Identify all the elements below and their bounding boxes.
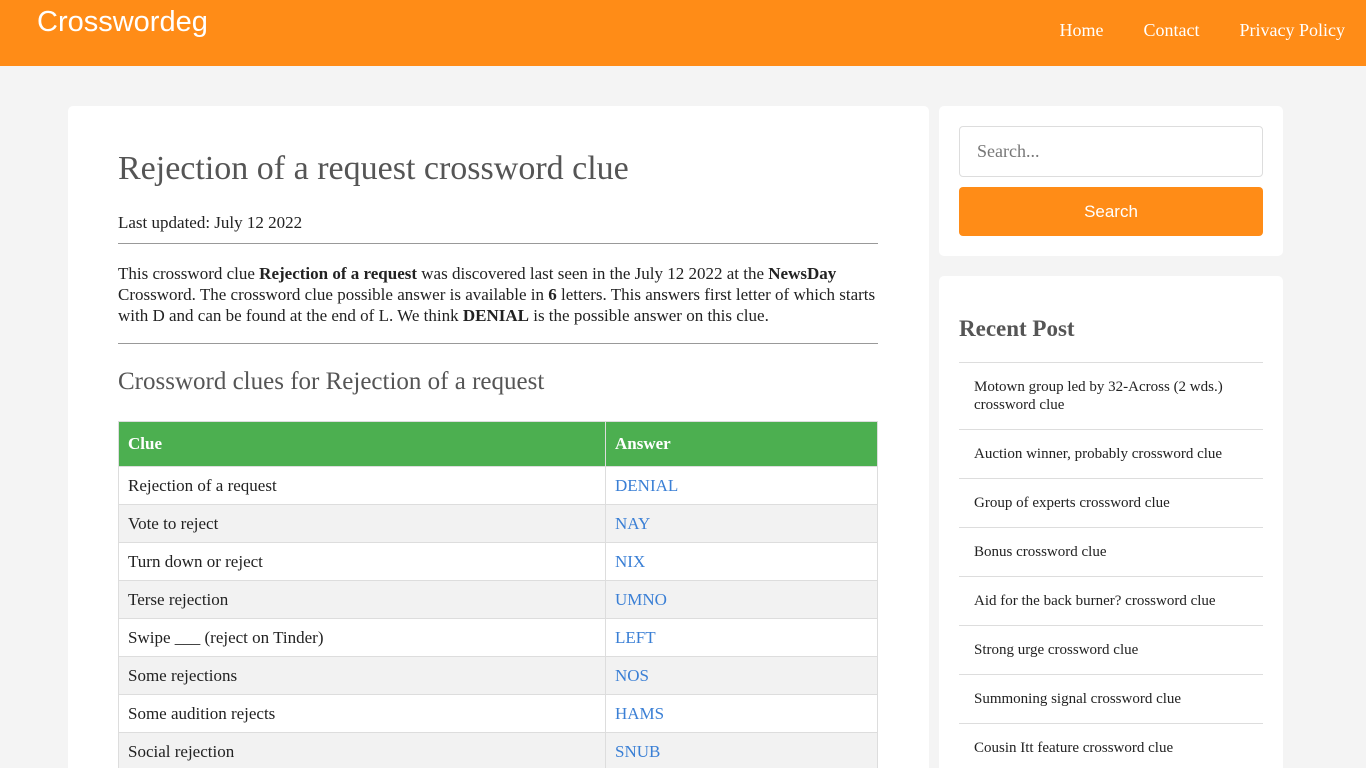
clue-cell: Social rejection [118, 732, 606, 768]
list-item: Auction winner, probably crossword clue [959, 430, 1263, 479]
header-answer: Answer [605, 421, 878, 467]
desc-answer: DENIAL [462, 306, 529, 325]
site-header: Crosswordeg Home Contact Privacy Policy [0, 0, 1366, 66]
recent-post-link[interactable]: Bonus crossword clue [974, 543, 1106, 561]
recent-post-link[interactable]: Motown group led by 32-Across (2 wds.) c… [974, 378, 1248, 414]
recent-post-link[interactable]: Auction winner, probably crossword clue [974, 445, 1222, 463]
recent-post-link[interactable]: Summoning signal crossword clue [974, 690, 1181, 708]
answer-cell: SNUB [605, 732, 878, 768]
table-header-row: Clue Answer [118, 421, 878, 467]
desc-text: This crossword clue [118, 264, 260, 283]
table-row: Swipe ___ (reject on Tinder) LEFT [118, 618, 878, 657]
clue-cell: Some audition rejects [118, 694, 606, 733]
clue-cell: Rejection of a request [118, 466, 606, 505]
divider [118, 343, 878, 344]
recent-posts-title: Recent Post [959, 316, 1075, 341]
list-item: Strong urge crossword clue [959, 626, 1263, 675]
answer-link[interactable]: LEFT [615, 628, 656, 647]
section-title: Crossword clues for Rejection of a reque… [118, 368, 545, 395]
recent-post-link[interactable]: Group of experts crossword clue [974, 494, 1170, 512]
list-item: Cousin Itt feature crossword clue [959, 724, 1263, 768]
table-row: Some rejections NOS [118, 656, 878, 695]
page-title: Rejection of a request crossword clue [118, 150, 629, 187]
article-card: Rejection of a request crossword clue La… [68, 106, 929, 768]
recent-post-link[interactable]: Cousin Itt feature crossword clue [974, 739, 1173, 757]
table-row: Vote to reject NAY [118, 504, 878, 543]
list-item: Group of experts crossword clue [959, 479, 1263, 528]
list-item: Aid for the back burner? crossword clue [959, 577, 1263, 626]
site-logo[interactable]: Crosswordeg [37, 6, 208, 39]
table-row: Turn down or reject NIX [118, 542, 878, 581]
desc-text: Crossword. The crossword clue possible a… [118, 285, 549, 304]
search-input[interactable] [959, 126, 1263, 177]
answer-link[interactable]: NOS [615, 666, 649, 685]
nav-contact[interactable]: Contact [1144, 20, 1200, 41]
main-nav: Home Contact Privacy Policy [1020, 20, 1346, 41]
table-row: Some audition rejects HAMS [118, 694, 878, 733]
desc-text: was discovered last seen in the July 12 … [417, 264, 769, 283]
clue-cell: Swipe ___ (reject on Tinder) [118, 618, 606, 657]
answer-link[interactable]: SNUB [615, 742, 660, 761]
desc-source: NewsDay [768, 264, 837, 283]
recent-posts-list: Motown group led by 32-Across (2 wds.) c… [959, 362, 1263, 768]
header-clue: Clue [118, 421, 606, 467]
answer-cell: DENIAL [605, 466, 878, 505]
answer-cell: NAY [605, 504, 878, 543]
list-item: Summoning signal crossword clue [959, 675, 1263, 724]
divider [118, 243, 878, 244]
table-row: Rejection of a request DENIAL [118, 466, 878, 505]
answer-cell: HAMS [605, 694, 878, 733]
answer-cell: LEFT [605, 618, 878, 657]
clue-cell: Vote to reject [118, 504, 606, 543]
recent-post-link[interactable]: Strong urge crossword clue [974, 641, 1138, 659]
answer-link[interactable]: NIX [615, 552, 645, 571]
desc-letters: 6 [548, 285, 557, 304]
answer-cell: NIX [605, 542, 878, 581]
last-updated: Last updated: July 12 2022 [118, 213, 303, 232]
clue-cell: Terse rejection [118, 580, 606, 619]
recent-post-link[interactable]: Aid for the back burner? crossword clue [974, 592, 1216, 610]
search-widget: Search [939, 106, 1283, 256]
answer-link[interactable]: UMNO [615, 590, 667, 609]
answer-link[interactable]: HAMS [615, 704, 664, 723]
clue-cell: Some rejections [118, 656, 606, 695]
search-button[interactable]: Search [959, 187, 1263, 236]
answer-link[interactable]: NAY [615, 514, 650, 533]
answer-cell: UMNO [605, 580, 878, 619]
table-row: Social rejection SNUB [118, 732, 878, 768]
answer-link[interactable]: DENIAL [615, 476, 678, 495]
clue-cell: Turn down or reject [118, 542, 606, 581]
list-item: Bonus crossword clue [959, 528, 1263, 577]
desc-clue: Rejection of a request [259, 264, 418, 283]
recent-posts-widget: Recent Post Motown group led by 32-Acros… [939, 276, 1283, 768]
answer-cell: NOS [605, 656, 878, 695]
article-description: This crossword clue Rejection of a reque… [118, 263, 878, 326]
nav-privacy-policy[interactable]: Privacy Policy [1240, 20, 1346, 41]
table-row: Terse rejection UMNO [118, 580, 878, 619]
nav-home[interactable]: Home [1060, 20, 1104, 41]
desc-text: is the possible answer on this clue. [528, 306, 769, 325]
clues-table: Clue Answer Rejection of a request DENIA… [118, 421, 878, 768]
list-item: Motown group led by 32-Across (2 wds.) c… [959, 363, 1263, 430]
